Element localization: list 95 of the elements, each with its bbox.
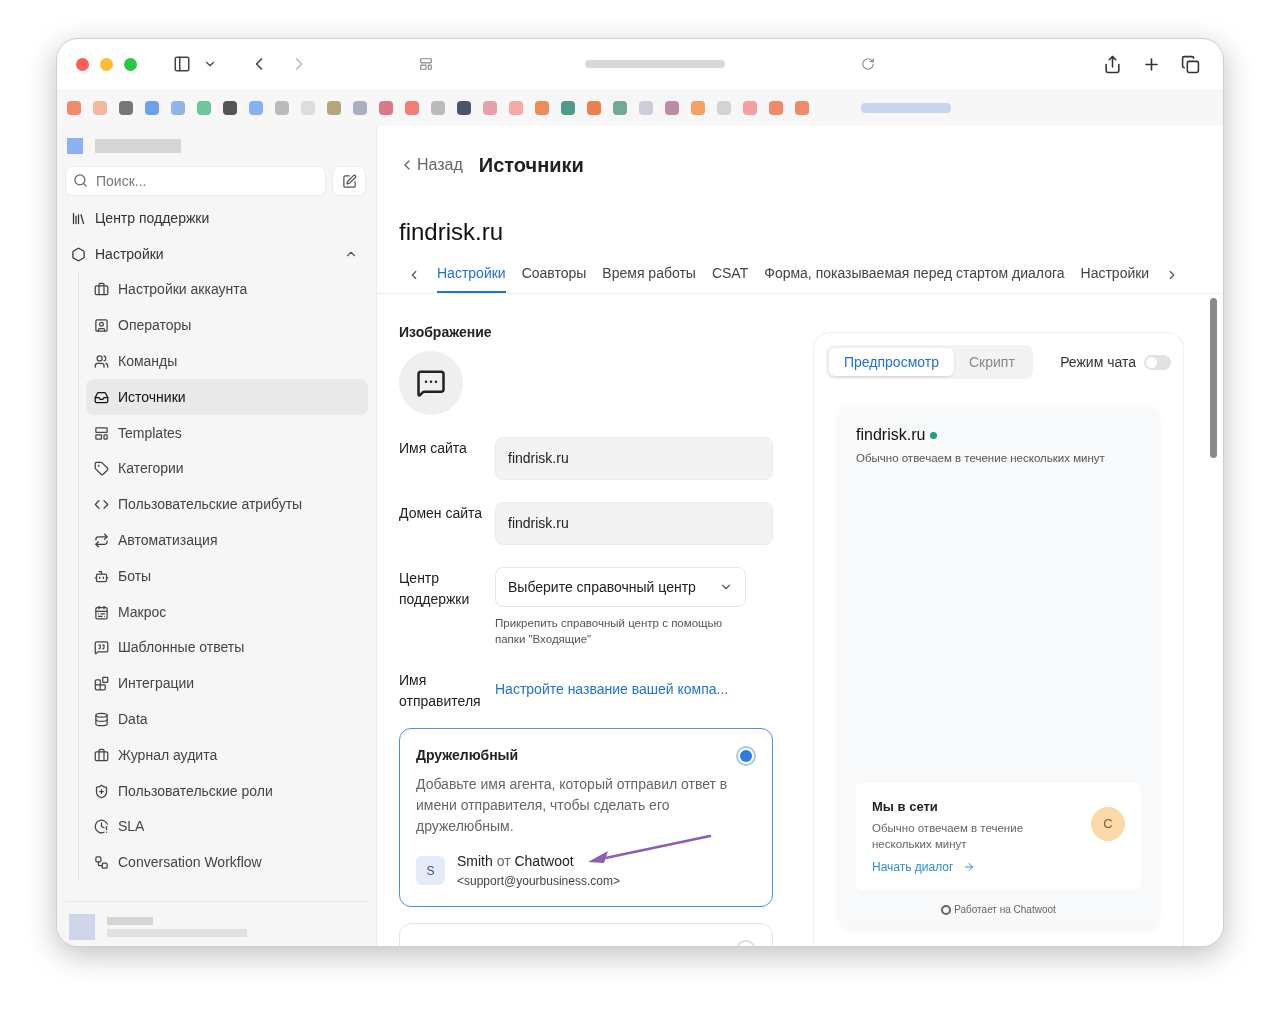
sender-avatar: S: [416, 856, 445, 885]
sidebar-item[interactable]: SLA: [86, 808, 368, 845]
sidebar-item[interactable]: Templates: [86, 415, 368, 451]
tab[interactable]: Соавторы: [521, 256, 587, 293]
minimize-window-button[interactable]: [100, 57, 113, 71]
menu-item-icon: [94, 425, 109, 441]
sidebar-item[interactable]: Журнал аудита: [86, 737, 368, 774]
sender-name: Smith от Chatwoot: [457, 852, 575, 871]
blurred-user-name: [107, 917, 153, 925]
menu-item-icon: [94, 568, 109, 584]
menu-item-icon: [94, 282, 109, 298]
sidebar-item[interactable]: Настройки аккаунта: [86, 272, 368, 308]
menu-item-icon: [94, 819, 109, 835]
status-text: Обычно отвечаем в течение нескольких минут: [872, 821, 1025, 852]
field-label: Центр поддержки: [399, 569, 471, 609]
sidebar-item[interactable]: Пользовательские роли: [86, 773, 368, 809]
preview-tab[interactable]: Предпросмотр: [829, 348, 954, 376]
menu-item-icon: [94, 604, 109, 620]
tabs-icon[interactable]: [1181, 54, 1200, 74]
blurred-bookmark[interactable]: [457, 100, 471, 115]
menu-item-icon: [94, 855, 109, 871]
sender-option-card[interactable]: Дружелюбный Добавьте имя агента, который отправил ответ в имени отправителя, чтобы сделать его дружелюбным. S Smith от Chatwoot <support@yourbusiness.com>: [399, 728, 773, 907]
input-field[interactable]: findrisk.ru: [495, 437, 773, 480]
sidebar-item[interactable]: Шаблонные ответы: [86, 629, 368, 666]
select-field[interactable]: Выберите справочный центр: [495, 567, 746, 607]
image-label: Изображение: [399, 323, 493, 342]
page-title: Источники: [478, 153, 584, 178]
start-chat-link[interactable]: Начать диалог: [872, 858, 1052, 876]
sender-email: <support@yourbusiness.com>: [457, 873, 620, 890]
widget-title: findrisk.ru: [856, 425, 926, 445]
tab[interactable]: CSAT: [711, 256, 749, 293]
field-label: Имя сайта: [399, 439, 468, 458]
back-link[interactable]: Назад: [399, 153, 463, 177]
close-window-button[interactable]: [76, 57, 89, 71]
arrow-right-icon: [963, 861, 976, 873]
sidebar-item[interactable]: Центр поддержки: [65, 200, 368, 236]
scrollbar-thumb[interactable]: [1210, 298, 1217, 458]
search-icon: [73, 173, 88, 188]
sidebar-item[interactable]: Conversation Workflow: [86, 844, 368, 881]
tab[interactable]: Время работы: [602, 256, 696, 293]
option-description: Добавьте имя агента, который отправил ответ в имени отправителя, чтобы сделать его дружелюбным.: [416, 775, 729, 836]
tab[interactable]: Настройки: [1080, 256, 1150, 293]
menu-item-icon: [94, 532, 109, 548]
sidebar-item[interactable]: Настройки: [65, 236, 368, 272]
sidebar-item[interactable]: Боты: [86, 558, 368, 595]
chat-mode-label: Режим чата: [1060, 352, 1136, 372]
maximize-window-button[interactable]: [124, 57, 137, 71]
chat-mode-switch[interactable]: [1144, 354, 1171, 370]
field-label: Имя отправителя: [399, 671, 482, 711]
blurred-bookmark[interactable]: [223, 100, 237, 115]
page-icon: [419, 57, 433, 71]
option-title: Дружелюбный: [416, 746, 519, 765]
sidebar-item[interactable]: Автоматизация: [86, 522, 368, 559]
tab[interactable]: Форма, показываемая перед стартом диалога: [764, 256, 1065, 293]
menu-item-icon: [94, 676, 109, 692]
input-field[interactable]: findrisk.ru: [495, 502, 773, 545]
library-icon: [71, 210, 86, 226]
widget-subtitle: Обычно отвечаем в течение нескольких минут: [856, 451, 1106, 466]
sidebar-item[interactable]: Пользовательские атрибуты: [86, 486, 368, 523]
blurred-bookmark[interactable]: [119, 100, 133, 115]
field-label: Домен сайта: [399, 504, 484, 523]
chatwoot-logo-icon: [941, 904, 952, 915]
status-title: Мы в сети: [872, 797, 939, 816]
blurred-logo: [67, 138, 83, 154]
menu-item-icon: [94, 318, 109, 334]
search-field[interactable]: Поиск...: [65, 166, 326, 196]
radio-button[interactable]: [736, 745, 756, 766]
share-icon[interactable]: [1103, 54, 1122, 74]
help-text: Прикрепить справочный центр с помощью папки "Входящие": [495, 616, 724, 647]
compose-button[interactable]: [332, 166, 366, 196]
menu-item-icon: [94, 389, 109, 405]
sidebar-item[interactable]: Макрос: [86, 594, 368, 630]
blurred-avatar: [69, 914, 95, 940]
edit-icon: [341, 173, 357, 189]
powered-by-text: Работает на Chatwoot: [954, 903, 1056, 917]
sidebar-item[interactable]: Источники: [86, 379, 368, 416]
menu-item-icon: [94, 711, 109, 727]
sidebar-item[interactable]: Интеграции: [86, 665, 368, 702]
reload-icon[interactable]: [861, 57, 875, 71]
sidebar-item[interactable]: Data: [86, 701, 368, 738]
sidebar-toggle-icon[interactable]: [173, 55, 191, 73]
sidebar-item[interactable]: Команды: [86, 343, 368, 380]
sender-name-link[interactable]: Настройте название вашей компа...: [495, 669, 729, 700]
sidebar-item[interactable]: Категории: [86, 451, 368, 487]
menu-item-icon: [94, 747, 109, 763]
hexagon-icon: [71, 246, 86, 262]
menu-item-icon: [94, 640, 109, 656]
menu-item-icon: [94, 354, 109, 369]
blurred-bookmark[interactable]: [561, 100, 575, 115]
menu-item-icon: [94, 783, 109, 799]
sidebar-item[interactable]: Операторы: [86, 307, 368, 344]
inbox-name: findrisk.ru: [398, 217, 505, 247]
agent-avatar: C: [1091, 806, 1125, 841]
tab[interactable]: Настройки: [437, 256, 506, 293]
menu-item-icon: [94, 461, 109, 477]
